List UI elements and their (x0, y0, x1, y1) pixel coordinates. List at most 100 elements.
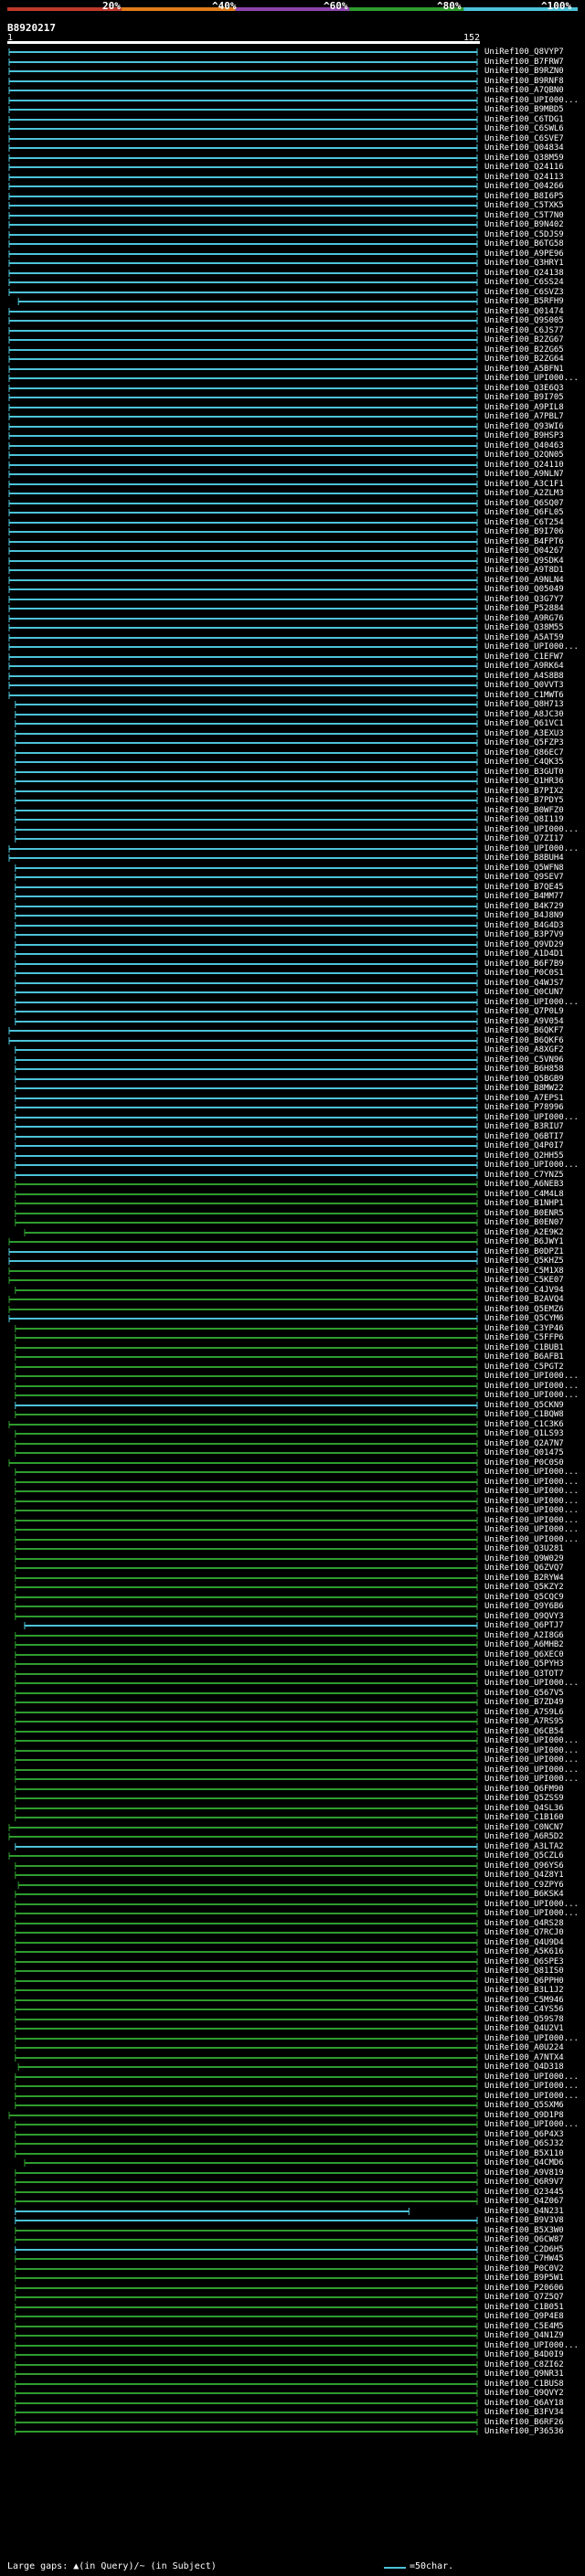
hit-label[interactable]: UniRef100_B0DPZ1 (484, 1247, 585, 1256)
hit-label[interactable]: UniRef100_C0NCN7 (484, 1823, 585, 1832)
hit-label[interactable]: UniRef100_Q6FM90 (484, 1785, 585, 1794)
hit-row[interactable]: UniRef100_Q7RCJ0 (0, 1928, 585, 1937)
hit-label[interactable]: UniRef100_Q5FZP3 (484, 738, 585, 747)
hit-label[interactable]: UniRef100_Q81IS0 (484, 1966, 585, 1976)
hit-label[interactable]: UniRef100_Q5WFN8 (484, 864, 585, 873)
hit-label[interactable]: UniRef100_Q9Y6B6 (484, 1602, 585, 1611)
hit-label[interactable]: UniRef100_Q9P4E8 (484, 2312, 585, 2321)
hit-row[interactable]: UniRef100_A7NTX4 (0, 2053, 585, 2062)
hit-label[interactable]: UniRef100_A2I8G6 (484, 1631, 585, 1640)
hit-row[interactable]: UniRef100_Q04834 (0, 143, 585, 153)
hit-row[interactable]: UniRef100_UPI000... (0, 1535, 585, 1544)
hit-row[interactable]: UniRef100_Q8VYP7 (0, 48, 585, 57)
hit-label[interactable]: UniRef100_C5M946 (484, 1996, 585, 2005)
hit-label[interactable]: UniRef100_A8JC30 (484, 710, 585, 719)
hit-label[interactable]: UniRef100_Q4SL36 (484, 1804, 585, 1813)
hit-row[interactable]: UniRef100_Q24110 (0, 461, 585, 470)
hit-label[interactable]: UniRef100_A3LTA2 (484, 1842, 585, 1851)
hit-row[interactable]: UniRef100_A3LTA2 (0, 1842, 585, 1851)
hit-label[interactable]: UniRef100_Q6P4X3 (484, 2130, 585, 2139)
hit-row[interactable]: UniRef100_A8XGF2 (0, 1045, 585, 1055)
hit-label[interactable]: UniRef100_Q24116 (484, 163, 585, 172)
hit-label[interactable]: UniRef100_A5AT59 (484, 633, 585, 642)
hit-row[interactable]: UniRef100_Q24113 (0, 173, 585, 182)
hit-label[interactable]: UniRef100_UPI000... (484, 2082, 585, 2091)
hit-row[interactable]: UniRef100_P52884 (0, 604, 585, 613)
hit-row[interactable]: UniRef100_A9NLN7 (0, 470, 585, 479)
hit-row[interactable]: UniRef100_B2AVQ4 (0, 1295, 585, 1304)
hit-row[interactable]: UniRef100_Q4N231 (0, 2207, 585, 2216)
hit-label[interactable]: UniRef100_B4D0I9 (484, 2350, 585, 2359)
hit-row[interactable]: UniRef100_UPI000... (0, 2092, 585, 2101)
hit-row[interactable]: UniRef100_A6MHB2 (0, 1640, 585, 1649)
hit-label[interactable]: UniRef100_B9N402 (484, 220, 585, 229)
hit-label[interactable]: UniRef100_A7EPS1 (484, 1094, 585, 1103)
hit-label[interactable]: UniRef100_Q6PTJ7 (484, 1621, 585, 1630)
hit-row[interactable]: UniRef100_A7RS95 (0, 1717, 585, 1726)
hit-label[interactable]: UniRef100_A9V819 (484, 2168, 585, 2178)
hit-label[interactable]: UniRef100_Q61VC1 (484, 719, 585, 728)
hit-row[interactable]: UniRef100_UPI000... (0, 1487, 585, 1496)
hit-row[interactable]: UniRef100_C6SVE7 (0, 134, 585, 143)
hit-row[interactable]: UniRef100_Q9S005 (0, 316, 585, 325)
hit-row[interactable]: UniRef100_C9ZPY6 (0, 1881, 585, 1890)
hit-row[interactable]: UniRef100_Q5WFN8 (0, 864, 585, 873)
hit-label[interactable]: UniRef100_Q4RS28 (484, 1919, 585, 1928)
hit-row[interactable]: UniRef100_Q6SPE3 (0, 1957, 585, 1966)
hit-label[interactable]: UniRef100_B4FPT6 (484, 537, 585, 546)
hit-row[interactable]: UniRef100_Q81IS0 (0, 1966, 585, 1976)
hit-row[interactable]: UniRef100_B3GUT0 (0, 768, 585, 777)
hit-label[interactable]: UniRef100_UPI000... (484, 1900, 585, 1909)
hit-row[interactable]: UniRef100_Q3U281 (0, 1544, 585, 1553)
hit-row[interactable]: UniRef100_P0C0S0 (0, 1458, 585, 1468)
hit-label[interactable]: UniRef100_UPI000... (484, 1487, 585, 1496)
hit-row[interactable]: UniRef100_A2ZLM3 (0, 489, 585, 498)
hit-row[interactable]: UniRef100_A3EXU3 (0, 729, 585, 738)
hit-label[interactable]: UniRef100_Q6SJ32 (484, 2139, 585, 2148)
hit-row[interactable]: UniRef100_A9RG76 (0, 614, 585, 623)
hit-label[interactable]: UniRef100_B2ZG65 (484, 345, 585, 355)
hit-label[interactable]: UniRef100_B9RNF8 (484, 77, 585, 86)
hit-label[interactable]: UniRef100_B0WFZ0 (484, 806, 585, 815)
hit-label[interactable]: UniRef100_C1EFW7 (484, 652, 585, 662)
hit-row[interactable]: UniRef100_B5X3W0 (0, 2226, 585, 2235)
hit-label[interactable]: UniRef100_UPI000... (484, 2072, 585, 2082)
hit-label[interactable]: UniRef100_Q7ZI17 (484, 834, 585, 843)
hit-row[interactable]: UniRef100_B8BUH4 (0, 853, 585, 863)
hit-row[interactable]: UniRef100_B3FV34 (0, 2408, 585, 2417)
hit-label[interactable]: UniRef100_UPI000... (484, 825, 585, 834)
hit-row[interactable]: UniRef100_B3P7V9 (0, 930, 585, 939)
hit-row[interactable]: UniRef100_Q5KZY2 (0, 1583, 585, 1592)
hit-row[interactable]: UniRef100_Q5CKN9 (0, 1401, 585, 1410)
hit-row[interactable]: UniRef100_Q9Y6B6 (0, 1602, 585, 1611)
hit-row[interactable]: UniRef100_A7PBL7 (0, 412, 585, 421)
hit-row[interactable]: UniRef100_Q9QVY3 (0, 1612, 585, 1621)
hit-label[interactable]: UniRef100_UPI000... (484, 1755, 585, 1765)
hit-label[interactable]: UniRef100_Q04266 (484, 182, 585, 191)
hit-label[interactable]: UniRef100_UPI000... (484, 1525, 585, 1534)
hit-label[interactable]: UniRef100_C3YP46 (484, 1324, 585, 1333)
hit-row[interactable]: UniRef100_C5M1X8 (0, 1267, 585, 1276)
hit-label[interactable]: UniRef100_Q2A7N7 (484, 1439, 585, 1448)
hit-row[interactable]: UniRef100_P36536 (0, 2427, 585, 2436)
hit-label[interactable]: UniRef100_Q9D1P8 (484, 2111, 585, 2120)
hit-label[interactable]: UniRef100_Q3U281 (484, 1544, 585, 1553)
hit-label[interactable]: UniRef100_Q24138 (484, 269, 585, 278)
hit-label[interactable]: UniRef100_Q59S78 (484, 2015, 585, 2024)
hit-row[interactable]: UniRef100_A9V054 (0, 1017, 585, 1026)
hit-row[interactable]: UniRef100_Q4D318 (0, 2062, 585, 2072)
hit-row[interactable]: UniRef100_Q23445 (0, 2188, 585, 2197)
hit-label[interactable]: UniRef100_B5RFH9 (484, 297, 585, 306)
hit-row[interactable]: UniRef100_C0NCN7 (0, 1823, 585, 1832)
hit-row[interactable]: UniRef100_UPI000... (0, 2120, 585, 2129)
hit-label[interactable]: UniRef100_B6F7B9 (484, 959, 585, 969)
hit-row[interactable]: UniRef100_B7PDY5 (0, 796, 585, 805)
hit-row[interactable]: UniRef100_Q6BTI7 (0, 1132, 585, 1141)
hit-row[interactable]: UniRef100_C1B051 (0, 2303, 585, 2312)
hit-row[interactable]: UniRef100_A6R5D2 (0, 1832, 585, 1841)
hit-row[interactable]: UniRef100_B4K729 (0, 902, 585, 911)
hit-row[interactable]: UniRef100_UPI000... (0, 1525, 585, 1534)
hit-label[interactable]: UniRef100_Q3E6Q3 (484, 384, 585, 393)
hit-row[interactable]: UniRef100_B2ZG65 (0, 345, 585, 355)
hit-row[interactable]: UniRef100_UPI000... (0, 2034, 585, 2043)
